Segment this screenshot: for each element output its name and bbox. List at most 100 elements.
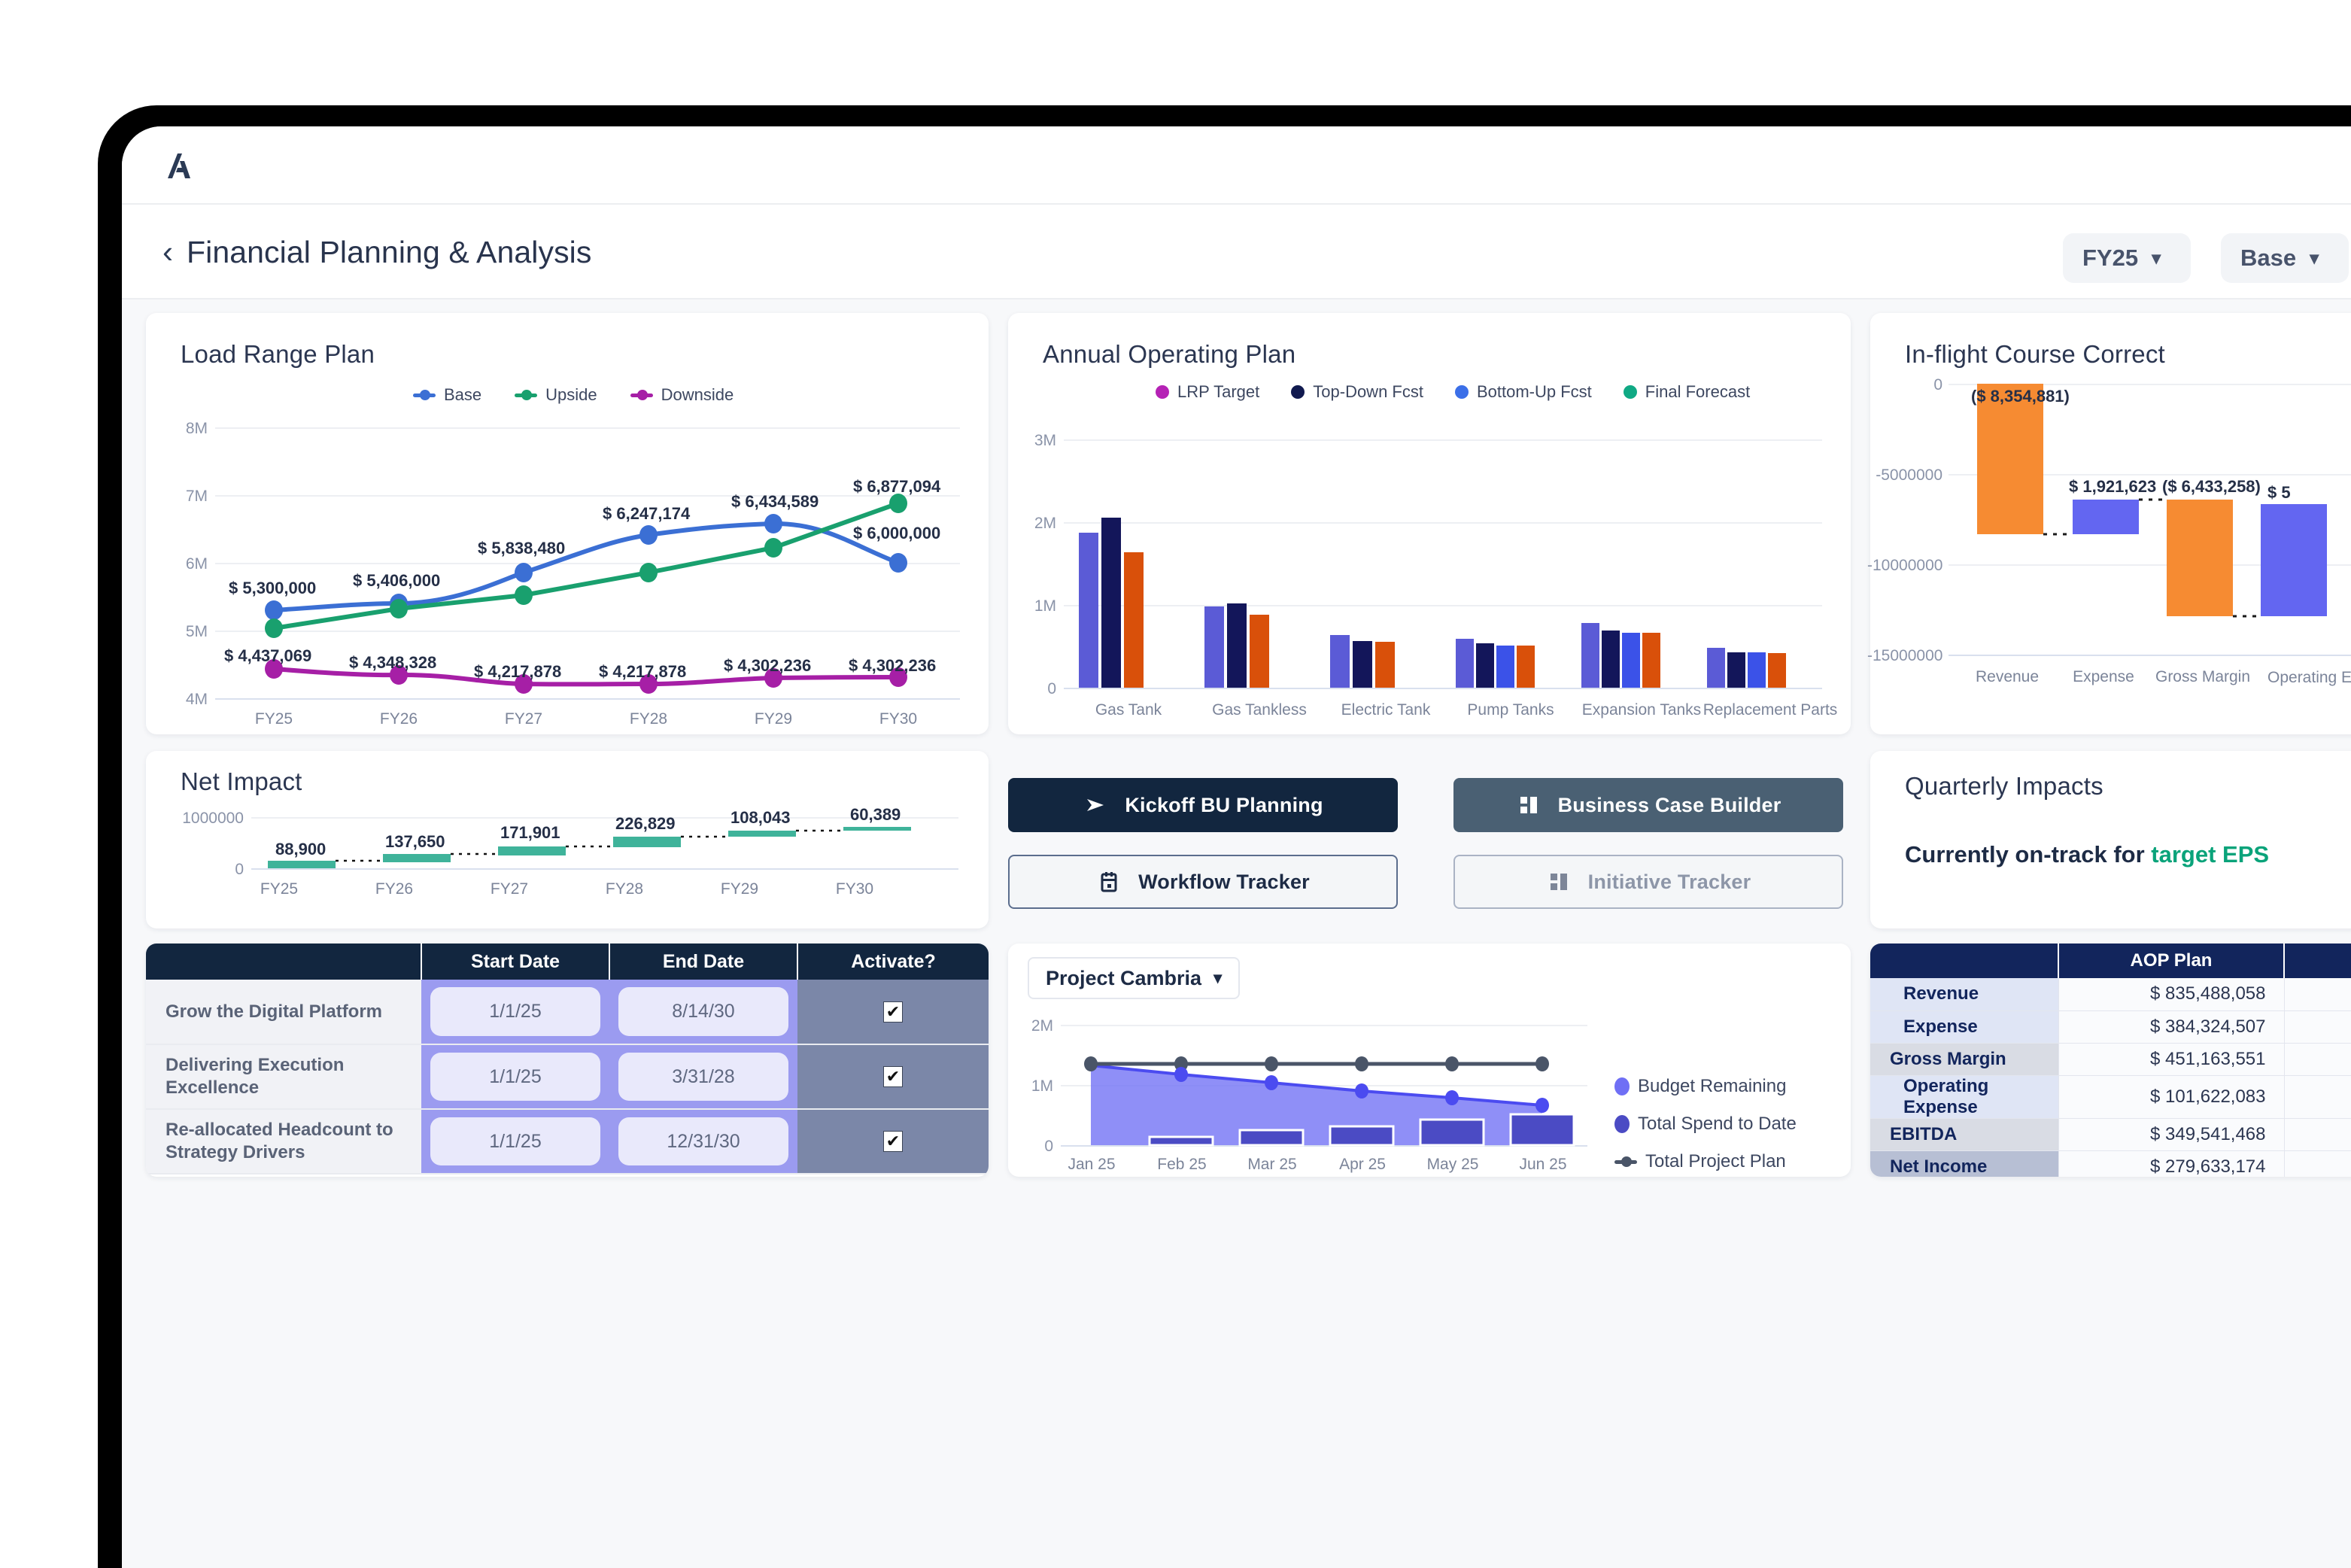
y-tick: 2M [1013, 515, 1056, 533]
table-row: EBITDA $ 349,541,468 $ [1870, 1118, 2351, 1150]
anaplan-logo[interactable] [157, 144, 201, 188]
y-tick: -10000000 [1867, 557, 1942, 575]
activate-cell[interactable]: ✔ [797, 1109, 989, 1174]
table-row: Net Income $ 279,633,174 $ [1870, 1150, 2351, 1177]
legend-label: Top-Down Fcst [1313, 382, 1423, 402]
x-tick: Replacement Parts [1699, 701, 1842, 719]
chevron-left-icon[interactable]: ‹ [158, 236, 178, 268]
data-label: $ 1,921,623 [2069, 477, 2156, 497]
legend-item-upside[interactable]: Upside [515, 385, 597, 405]
table-row: Grow the Digital Platform 1/1/25 8/14/30… [146, 980, 989, 1044]
scenario-dropdown[interactable]: Base ▾ [2221, 233, 2349, 283]
end-date-cell[interactable]: 8/14/30 [609, 980, 797, 1044]
action-button-group: Kickoff BU Planning Business Case Builde… [1008, 751, 1851, 928]
activate-checkbox[interactable]: ✔ [883, 1001, 903, 1023]
legend-dot-icon [1614, 1115, 1630, 1133]
y-tick: 1M [1013, 1077, 1053, 1095]
y-tick: 0 [1013, 680, 1056, 698]
legend-dot-icon [1624, 385, 1637, 399]
table-row: Revenue $ 835,488,058 $ [1870, 978, 2351, 1010]
end-date-cell[interactable]: 3/31/28 [609, 1044, 797, 1109]
data-label: $ 4,302,236 [724, 656, 811, 676]
aop-plan-value: $ 101,622,083 [2058, 1075, 2284, 1118]
end-date-cell[interactable]: 12/31/30 [609, 1109, 797, 1174]
initiative-name: Re-allocated Headcount to Strategy Drive… [146, 1109, 421, 1174]
y-tick: 0 [1867, 376, 1942, 394]
aop-plot [1064, 433, 1822, 689]
data-label: $ 4,217,878 [599, 662, 686, 682]
legend-label: Final Forecast [1645, 382, 1750, 402]
initiative-tracker-button[interactable]: Initiative Tracker [1453, 855, 1843, 909]
kickoff-bu-planning-button[interactable]: Kickoff BU Planning [1008, 778, 1398, 832]
start-date-input[interactable]: 1/1/25 [430, 1053, 600, 1101]
line-marker-icon [515, 390, 537, 400]
scenario-value: Base [2240, 245, 2296, 272]
line-marker-icon [1614, 1156, 1637, 1167]
legend-item-base[interactable]: Base [413, 385, 481, 405]
fiscal-year-value: FY25 [2082, 245, 2138, 272]
col-header-end-date: End Date [609, 944, 797, 980]
table-row: Operating Expense $ 101,622,083 $ [1870, 1075, 2351, 1118]
y-tick: 8M [156, 420, 208, 438]
start-date-input[interactable]: 1/1/25 [430, 987, 600, 1036]
legend-label: Bottom-Up Fcst [1477, 382, 1592, 402]
end-date-input[interactable]: 12/31/30 [618, 1117, 788, 1165]
y-tick: 4M [156, 691, 208, 709]
activate-cell[interactable]: ✔ [797, 980, 989, 1044]
y-tick: 2M [1013, 1017, 1053, 1035]
data-label: $ 4,437,069 [224, 646, 311, 666]
quarterly-status-text: Currently on-track for target EPS [1905, 841, 2269, 868]
button-label: Business Case Builder [1558, 794, 1781, 817]
start-date-cell[interactable]: 1/1/25 [421, 1044, 609, 1109]
end-date-input[interactable]: 3/31/28 [618, 1053, 788, 1101]
x-tick: Gross Margin [2150, 668, 2255, 686]
legend-dot-icon [1614, 1077, 1630, 1095]
legend-item-lrp-target[interactable]: LRP Target [1156, 382, 1259, 402]
legend-dot-icon [1455, 385, 1469, 399]
dashboard-blocks-icon [1516, 792, 1542, 818]
legend-item-budget-remaining[interactable]: Budget Remaining [1614, 1076, 1786, 1097]
card-title: Quarterly Impacts [1905, 772, 2103, 801]
x-tick: FY28 [591, 880, 658, 898]
workflow-tracker-button[interactable]: Workflow Tracker [1008, 855, 1398, 909]
line-marker-icon [630, 390, 653, 400]
business-case-builder-button[interactable]: Business Case Builder [1453, 778, 1843, 832]
data-label: 108,043 [731, 808, 791, 828]
working-value: $ [2284, 1010, 2351, 1043]
card-quarterly-impacts: Quarterly Impacts Currently on-track for… [1870, 751, 2351, 928]
col-header-working: W [2284, 944, 2351, 978]
col-header-aop-plan: AOP Plan [2058, 944, 2284, 978]
end-date-input[interactable]: 8/14/30 [618, 987, 788, 1036]
card-title: In-flight Course Correct [1905, 340, 2165, 369]
x-tick: Gas Tank [1083, 701, 1174, 719]
aop-plan-value: $ 349,541,468 [2058, 1118, 2284, 1150]
legend-item-bottom-up-fcst[interactable]: Bottom-Up Fcst [1455, 382, 1592, 402]
row-label: Revenue [1870, 978, 2058, 1010]
start-date-cell[interactable]: 1/1/25 [421, 980, 609, 1044]
legend-item-final-forecast[interactable]: Final Forecast [1624, 382, 1750, 402]
line-marker-icon [413, 390, 436, 400]
table-row: Expense $ 384,324,507 $ [1870, 1010, 2351, 1043]
legend-item-downside[interactable]: Downside [630, 385, 734, 405]
fiscal-year-dropdown[interactable]: FY25 ▾ [2063, 233, 2191, 283]
legend-item-total-spend-to-date[interactable]: Total Spend to Date [1614, 1114, 1797, 1135]
y-tick: -5000000 [1867, 466, 1942, 485]
working-value: $ [2284, 1075, 2351, 1118]
dashboard-body: Load Range Plan Base Upside [122, 299, 2351, 1568]
legend-item-total-project-plan[interactable]: Total Project Plan [1614, 1151, 1786, 1172]
y-tick: 5M [156, 623, 208, 641]
activate-checkbox[interactable]: ✔ [883, 1131, 903, 1152]
start-date-input[interactable]: 1/1/25 [430, 1117, 600, 1165]
x-tick: FY26 [376, 710, 421, 728]
activate-cell[interactable]: ✔ [797, 1044, 989, 1109]
activate-checkbox[interactable]: ✔ [883, 1066, 903, 1087]
x-tick: FY29 [751, 710, 796, 728]
x-tick: FY29 [706, 880, 773, 898]
x-tick: FY25 [251, 710, 296, 728]
start-date-cell[interactable]: 1/1/25 [421, 1109, 609, 1174]
table-header-row: AOP Plan W [1870, 944, 2351, 978]
project-selector-dropdown[interactable]: Project Cambria ▾ [1028, 957, 1240, 999]
data-label: $ 4,217,878 [474, 662, 561, 682]
aop-plan-value: $ 451,163,551 [2058, 1043, 2284, 1075]
legend-item-top-down-fcst[interactable]: Top-Down Fcst [1291, 382, 1423, 402]
